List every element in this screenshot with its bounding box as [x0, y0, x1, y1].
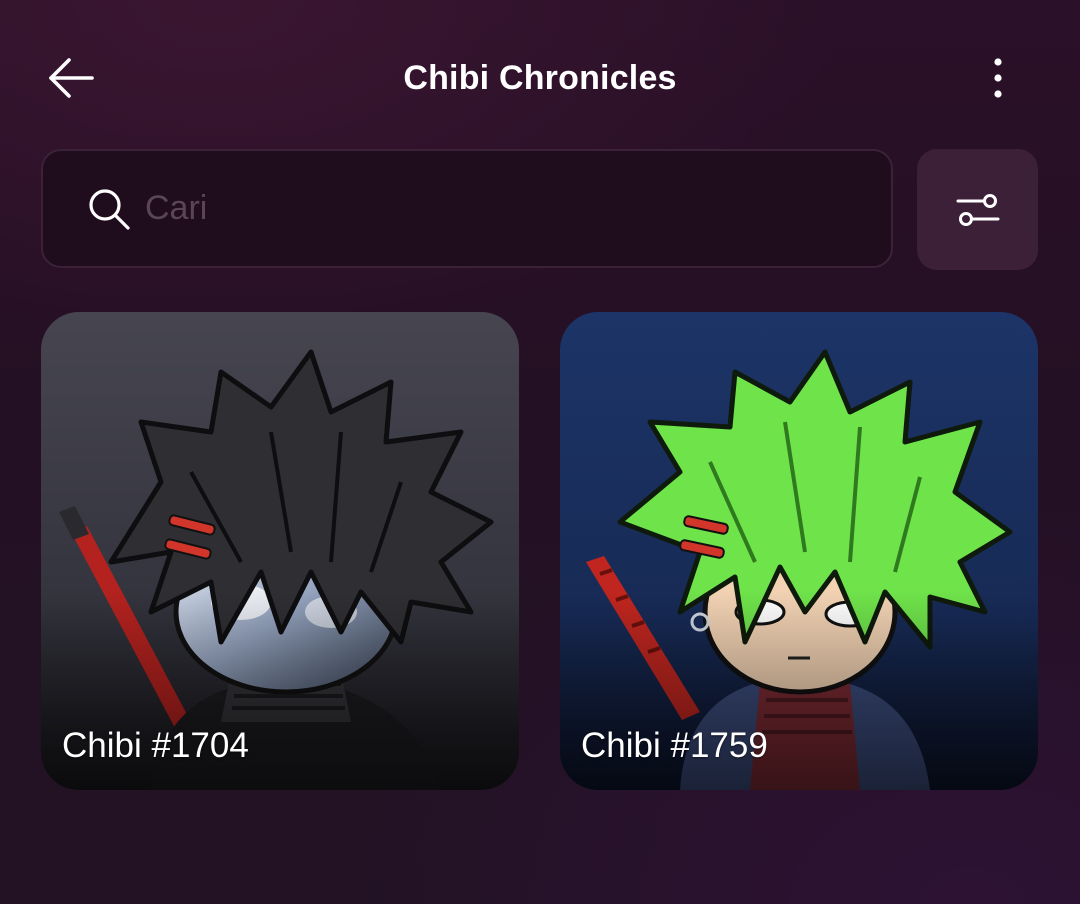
search-icon [85, 185, 133, 233]
nft-title: Chibi #1704 [62, 726, 249, 765]
search-bar[interactable] [41, 149, 893, 268]
filter-button[interactable] [917, 149, 1038, 270]
page-title: Chibi Chronicles [403, 59, 677, 97]
top-app-bar: Chibi Chronicles [0, 0, 1080, 156]
more-vertical-icon [994, 58, 1002, 98]
nft-title: Chibi #1759 [581, 726, 768, 765]
search-input[interactable] [143, 177, 847, 240]
nft-grid: Chibi #1704 Chibi #1759 [41, 312, 1039, 790]
nft-card-chibi-1759[interactable]: Chibi #1759 [560, 312, 1038, 790]
nft-card-chibi-1704[interactable]: Chibi #1704 [41, 312, 519, 790]
more-options-button[interactable] [972, 52, 1024, 104]
sliders-icon [956, 193, 999, 226]
